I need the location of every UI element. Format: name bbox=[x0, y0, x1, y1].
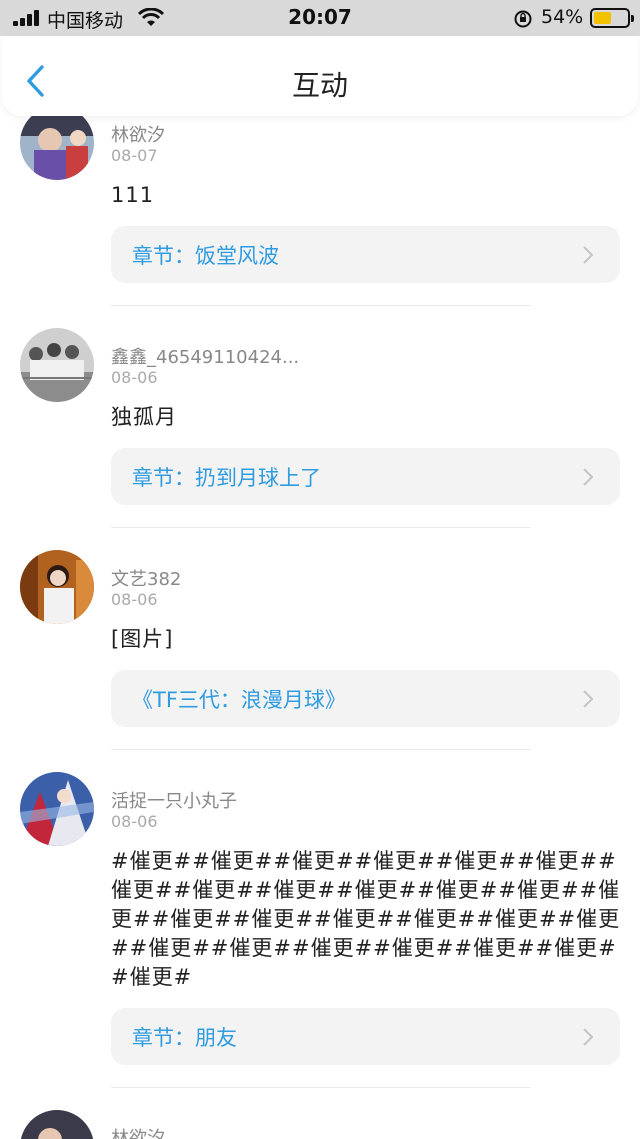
username[interactable]: 林欲汐 bbox=[111, 1124, 165, 1139]
book-link[interactable]: 《TF三代：浪漫月球》 bbox=[111, 670, 620, 727]
post-date: 08-06 bbox=[111, 812, 158, 831]
battery-icon bbox=[590, 8, 634, 28]
avatar[interactable] bbox=[20, 772, 94, 846]
username[interactable]: 鑫鑫_46549110424... bbox=[111, 343, 299, 369]
chapter-link-label: 章节：扔到月球上了 bbox=[132, 466, 321, 490]
chevron-right-icon bbox=[583, 1028, 594, 1046]
chevron-right-icon bbox=[583, 246, 594, 264]
comment-text: [图片] bbox=[111, 627, 174, 651]
rotation-lock-icon bbox=[514, 10, 532, 28]
chapter-link[interactable]: 章节：朋友 bbox=[111, 1008, 620, 1065]
username[interactable]: 活捉一只小丸子 bbox=[111, 787, 237, 813]
comment-text: 独孤月 bbox=[111, 405, 177, 429]
chevron-right-icon bbox=[583, 468, 594, 486]
divider bbox=[111, 749, 531, 750]
book-link-label: 《TF三代：浪漫月球》 bbox=[132, 688, 346, 712]
post-date: 08-06 bbox=[111, 368, 158, 387]
post-date: 08-07 bbox=[111, 146, 158, 165]
page-title: 互动 bbox=[291, 69, 348, 102]
battery-percent: 54% bbox=[541, 6, 584, 28]
interaction-feed[interactable]: 林欲汐 08-07 111 章节：饭堂风波 鑫鑫_46549110424... … bbox=[0, 0, 640, 1139]
chevron-right-icon bbox=[583, 690, 594, 708]
comment-text: 111 bbox=[111, 183, 155, 207]
chapter-link-label: 章节：朋友 bbox=[132, 1026, 237, 1050]
status-bar: 中国移动 20:07 54% bbox=[0, 0, 640, 36]
comment-text: #催更##催更##催更##催更##催更##催更##催更##催更##催更##催更#… bbox=[111, 849, 621, 989]
post-date: 08-06 bbox=[111, 590, 158, 609]
avatar[interactable] bbox=[20, 106, 94, 180]
username[interactable]: 林欲汐 bbox=[111, 121, 165, 147]
chapter-link[interactable]: 章节：扔到月球上了 bbox=[111, 448, 620, 505]
chapter-link[interactable]: 章节：饭堂风波 bbox=[111, 226, 620, 283]
divider bbox=[111, 527, 531, 528]
navigation-bar: 互动 bbox=[2, 36, 638, 116]
avatar[interactable] bbox=[20, 328, 94, 402]
avatar[interactable] bbox=[20, 1110, 94, 1139]
avatar[interactable] bbox=[20, 550, 94, 624]
username[interactable]: 文艺382 bbox=[111, 565, 181, 591]
divider bbox=[111, 1087, 531, 1088]
divider bbox=[111, 305, 531, 306]
chapter-link-label: 章节：饭堂风波 bbox=[132, 244, 279, 268]
